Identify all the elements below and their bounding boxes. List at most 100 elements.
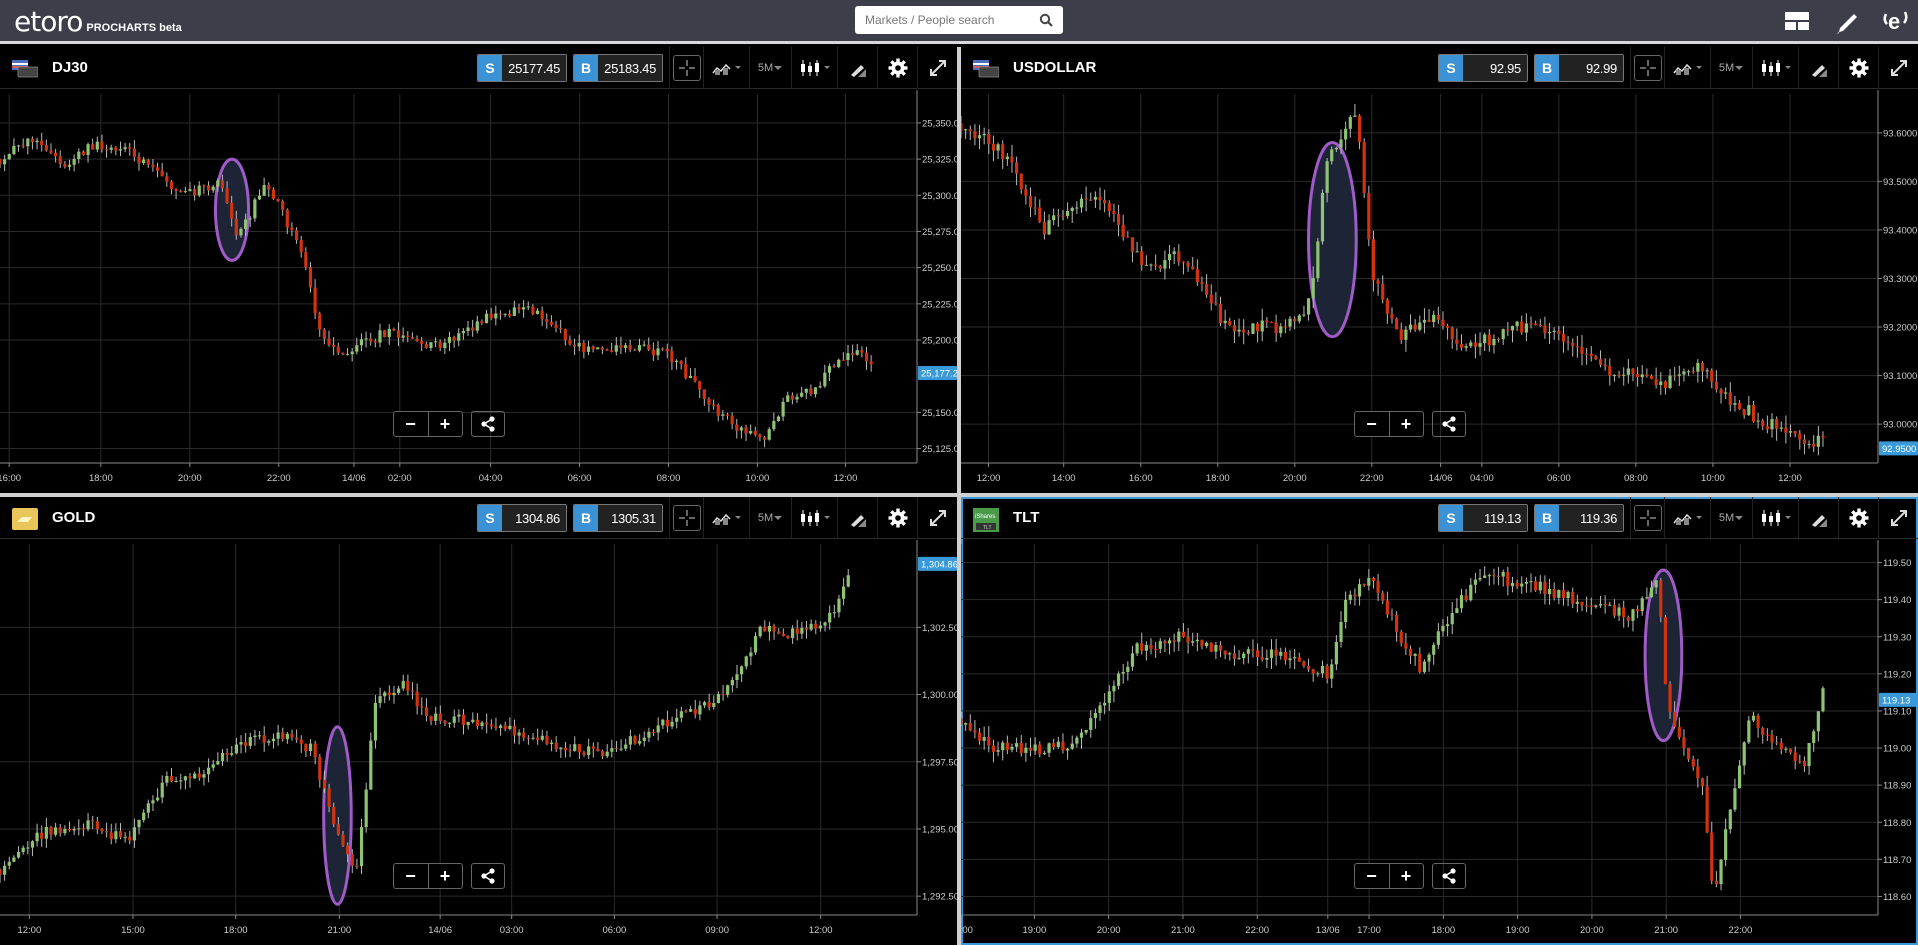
- candle: [1603, 595, 1607, 614]
- zoom-out-button[interactable]: −: [394, 864, 428, 888]
- candle: [749, 424, 753, 435]
- candle: [0, 158, 2, 169]
- candle: [670, 346, 674, 370]
- candle: [151, 795, 155, 812]
- expand-button[interactable]: [1878, 497, 1918, 539]
- pencil-icon[interactable]: [1832, 8, 1862, 34]
- drawing-tools-button[interactable]: [837, 47, 877, 89]
- candle: [517, 729, 521, 745]
- drawing-tools-button[interactable]: [1798, 47, 1838, 89]
- candle: [739, 425, 744, 439]
- expand-button[interactable]: [1878, 47, 1918, 89]
- etoro-logo[interactable]: etoro PROCHARTS beta: [14, 6, 182, 36]
- crosshair-button[interactable]: [669, 47, 703, 89]
- settings-button[interactable]: [877, 497, 917, 539]
- x-tick-label: 15:00: [121, 925, 145, 936]
- search-input[interactable]: [865, 13, 1039, 27]
- candle: [114, 823, 118, 844]
- crosshair-button[interactable]: [669, 497, 703, 539]
- instrument-name[interactable]: DJ30: [52, 59, 88, 76]
- candle: [16, 846, 21, 859]
- zoom-in-button[interactable]: +: [1388, 412, 1423, 436]
- sell-quote-button[interactable]: S 1304.86: [477, 504, 567, 532]
- x-tick-label: 18:00: [224, 925, 248, 936]
- drawing-tools-button[interactable]: [837, 497, 877, 539]
- instrument-name[interactable]: GOLD: [52, 509, 95, 526]
- crosshair-button[interactable]: [1630, 47, 1664, 89]
- sell-quote-button[interactable]: S 92.95: [1438, 54, 1528, 82]
- settings-button[interactable]: [1838, 47, 1878, 89]
- share-button[interactable]: [470, 411, 505, 437]
- indicators-button[interactable]: [703, 497, 749, 539]
- candle: [610, 739, 614, 758]
- instrument-name[interactable]: TLT: [1013, 509, 1039, 526]
- candle: [772, 412, 776, 432]
- expand-button[interactable]: [917, 497, 957, 539]
- search-box[interactable]: [855, 6, 1063, 34]
- search-icon[interactable]: [1039, 13, 1053, 27]
- zoom-in-button[interactable]: +: [427, 864, 462, 888]
- settings-button[interactable]: [877, 47, 917, 89]
- layout-icon[interactable]: [1782, 8, 1812, 34]
- chart-type-dropdown[interactable]: [1752, 47, 1798, 89]
- indicators-button[interactable]: [1664, 47, 1710, 89]
- candle: [155, 788, 160, 802]
- candle: [545, 730, 549, 746]
- candle: [573, 736, 577, 752]
- candle: [1390, 608, 1394, 621]
- chart-type-dropdown[interactable]: [791, 497, 837, 539]
- candle: [781, 397, 785, 422]
- candle: [248, 732, 252, 749]
- etoro-profile-icon[interactable]: e: [1880, 8, 1910, 34]
- buy-quote-button[interactable]: B 92.99: [1534, 54, 1624, 82]
- candle: [494, 305, 498, 326]
- buy-quote-button[interactable]: B 25183.45: [573, 54, 663, 82]
- candle: [1626, 615, 1630, 628]
- candle: [1682, 368, 1686, 382]
- zoom-out-button[interactable]: −: [394, 412, 428, 436]
- crosshair-button[interactable]: [1630, 497, 1664, 539]
- timeframe-dropdown[interactable]: 5M: [749, 47, 791, 89]
- zoom-in-button[interactable]: +: [1388, 864, 1423, 888]
- drawing-tools-button[interactable]: [1798, 497, 1838, 539]
- candle: [1028, 187, 1033, 218]
- candle: [1116, 204, 1121, 237]
- candle: [1376, 278, 1380, 296]
- share-button[interactable]: [1431, 411, 1466, 437]
- candle: [1010, 743, 1014, 753]
- chart-type-dropdown[interactable]: [791, 47, 837, 89]
- share-button[interactable]: [470, 863, 505, 889]
- indicators-button[interactable]: [703, 47, 749, 89]
- sell-quote-button[interactable]: S 119.13: [1438, 504, 1528, 532]
- candle: [642, 340, 646, 347]
- candle: [795, 619, 799, 641]
- candle: [1469, 578, 1473, 602]
- zoom-out-button[interactable]: −: [1355, 864, 1389, 888]
- zoom-out-button[interactable]: −: [1355, 412, 1389, 436]
- candle: [763, 620, 767, 632]
- candle: [392, 685, 396, 704]
- settings-button[interactable]: [1838, 497, 1878, 539]
- timeframe-dropdown[interactable]: 5M: [1710, 47, 1752, 89]
- sell-quote-button[interactable]: S 25177.45: [477, 54, 567, 82]
- timeframe-dropdown[interactable]: 5M: [1710, 497, 1752, 539]
- candle: [406, 674, 410, 696]
- candle: [1677, 717, 1681, 740]
- candle: [1765, 728, 1769, 741]
- buy-price: 119.36: [1559, 505, 1623, 531]
- candle: [183, 186, 187, 193]
- candle: [619, 739, 623, 752]
- zoom-in-button[interactable]: +: [427, 412, 462, 436]
- buy-quote-button[interactable]: B 119.36: [1534, 504, 1624, 532]
- candle: [605, 348, 609, 352]
- share-button[interactable]: [1431, 863, 1466, 889]
- buy-quote-button[interactable]: B 1305.31: [573, 504, 663, 532]
- chart-type-dropdown[interactable]: [1752, 497, 1798, 539]
- y-tick-label: 93.1000: [1883, 371, 1917, 382]
- candle: [471, 712, 475, 724]
- timeframe-dropdown[interactable]: 5M: [749, 497, 791, 539]
- sell-price: 119.13: [1463, 505, 1527, 531]
- instrument-name[interactable]: USDOLLAR: [1013, 59, 1096, 76]
- indicators-button[interactable]: [1664, 497, 1710, 539]
- expand-button[interactable]: [917, 47, 957, 89]
